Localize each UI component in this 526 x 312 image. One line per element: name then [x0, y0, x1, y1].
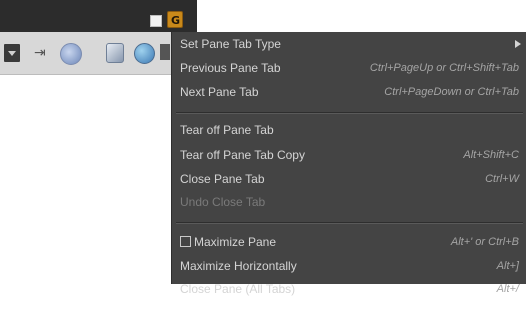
menu-separator: [176, 112, 523, 114]
app-icon[interactable]: G: [167, 11, 183, 28]
toolbar-edge-icon: [160, 44, 170, 60]
title-bar: G: [0, 0, 197, 32]
toolbar: ⇥: [0, 32, 180, 75]
menu-item-shortcut: Alt+/: [496, 283, 519, 295]
menu-item-label: Close Pane (All Tabs): [180, 282, 296, 296]
menu-item-label: Maximize Pane: [194, 235, 277, 249]
menu-item-label: Set Pane Tab Type: [180, 37, 281, 51]
globe-icon[interactable]: [134, 43, 155, 64]
menu-item-label: Maximize Horizontally: [180, 259, 297, 273]
menu-item-shortcut: Ctrl+W: [485, 173, 519, 185]
menu-item-tear-off-pane-tab[interactable]: Tear off Pane Tab: [172, 119, 526, 141]
menu-item-set-pane-tab-type[interactable]: Set Pane Tab Type: [172, 33, 526, 55]
menu-item-shortcut: Alt+Shift+C: [463, 149, 519, 161]
dropdown-arrow-icon[interactable]: [4, 44, 20, 62]
menu-item-previous-pane-tab[interactable]: Previous Pane Tab Ctrl+PageUp or Ctrl+Sh…: [172, 57, 526, 79]
menu-item-label: Undo Close Tab: [180, 195, 266, 209]
restore-square-icon[interactable]: [150, 15, 162, 27]
circle-icon[interactable]: [60, 43, 82, 65]
menu-item-maximize-pane[interactable]: Maximize Pane Alt+' or Ctrl+B: [172, 231, 526, 253]
pane-tab-context-menu: Set Pane Tab Type Previous Pane Tab Ctrl…: [171, 32, 526, 296]
menu-item-label: Tear off Pane Tab: [180, 123, 274, 137]
menu-item-close-pane-tab[interactable]: Close Pane Tab Ctrl+W: [172, 168, 526, 190]
menu-item-maximize-horizontally[interactable]: Maximize Horizontally Alt+]: [172, 255, 526, 277]
menu-item-label: Previous Pane Tab: [180, 61, 281, 75]
menu-item-label: Tear off Pane Tab Copy: [180, 148, 305, 162]
menu-item-shortcut: Ctrl+PageDown or Ctrl+Tab: [384, 86, 519, 98]
menu-item-undo-close-tab: Undo Close Tab: [172, 191, 526, 213]
menu-item-label: Close Pane Tab: [180, 172, 265, 186]
menu-item-shortcut: Alt+]: [496, 260, 519, 272]
checkbox-icon[interactable]: [180, 236, 191, 247]
menu-item-shortcut: Ctrl+PageUp or Ctrl+Shift+Tab: [369, 62, 519, 74]
menu-item-close-pane-all-tabs[interactable]: Close Pane (All Tabs) Alt+/: [172, 278, 526, 300]
menu-item-label: Next Pane Tab: [180, 85, 259, 99]
menu-item-tear-off-pane-tab-copy[interactable]: Tear off Pane Tab Copy Alt+Shift+C: [172, 144, 526, 166]
menu-separator: [176, 222, 523, 224]
submenu-arrow-icon: [515, 40, 521, 48]
menu-item-shortcut: Alt+' or Ctrl+B: [450, 236, 519, 248]
app-icon-glyph: G: [171, 14, 181, 27]
pin-icon[interactable]: ⇥: [34, 45, 46, 61]
menu-item-next-pane-tab[interactable]: Next Pane Tab Ctrl+PageDown or Ctrl+Tab: [172, 81, 526, 103]
cube-icon[interactable]: [106, 43, 124, 63]
